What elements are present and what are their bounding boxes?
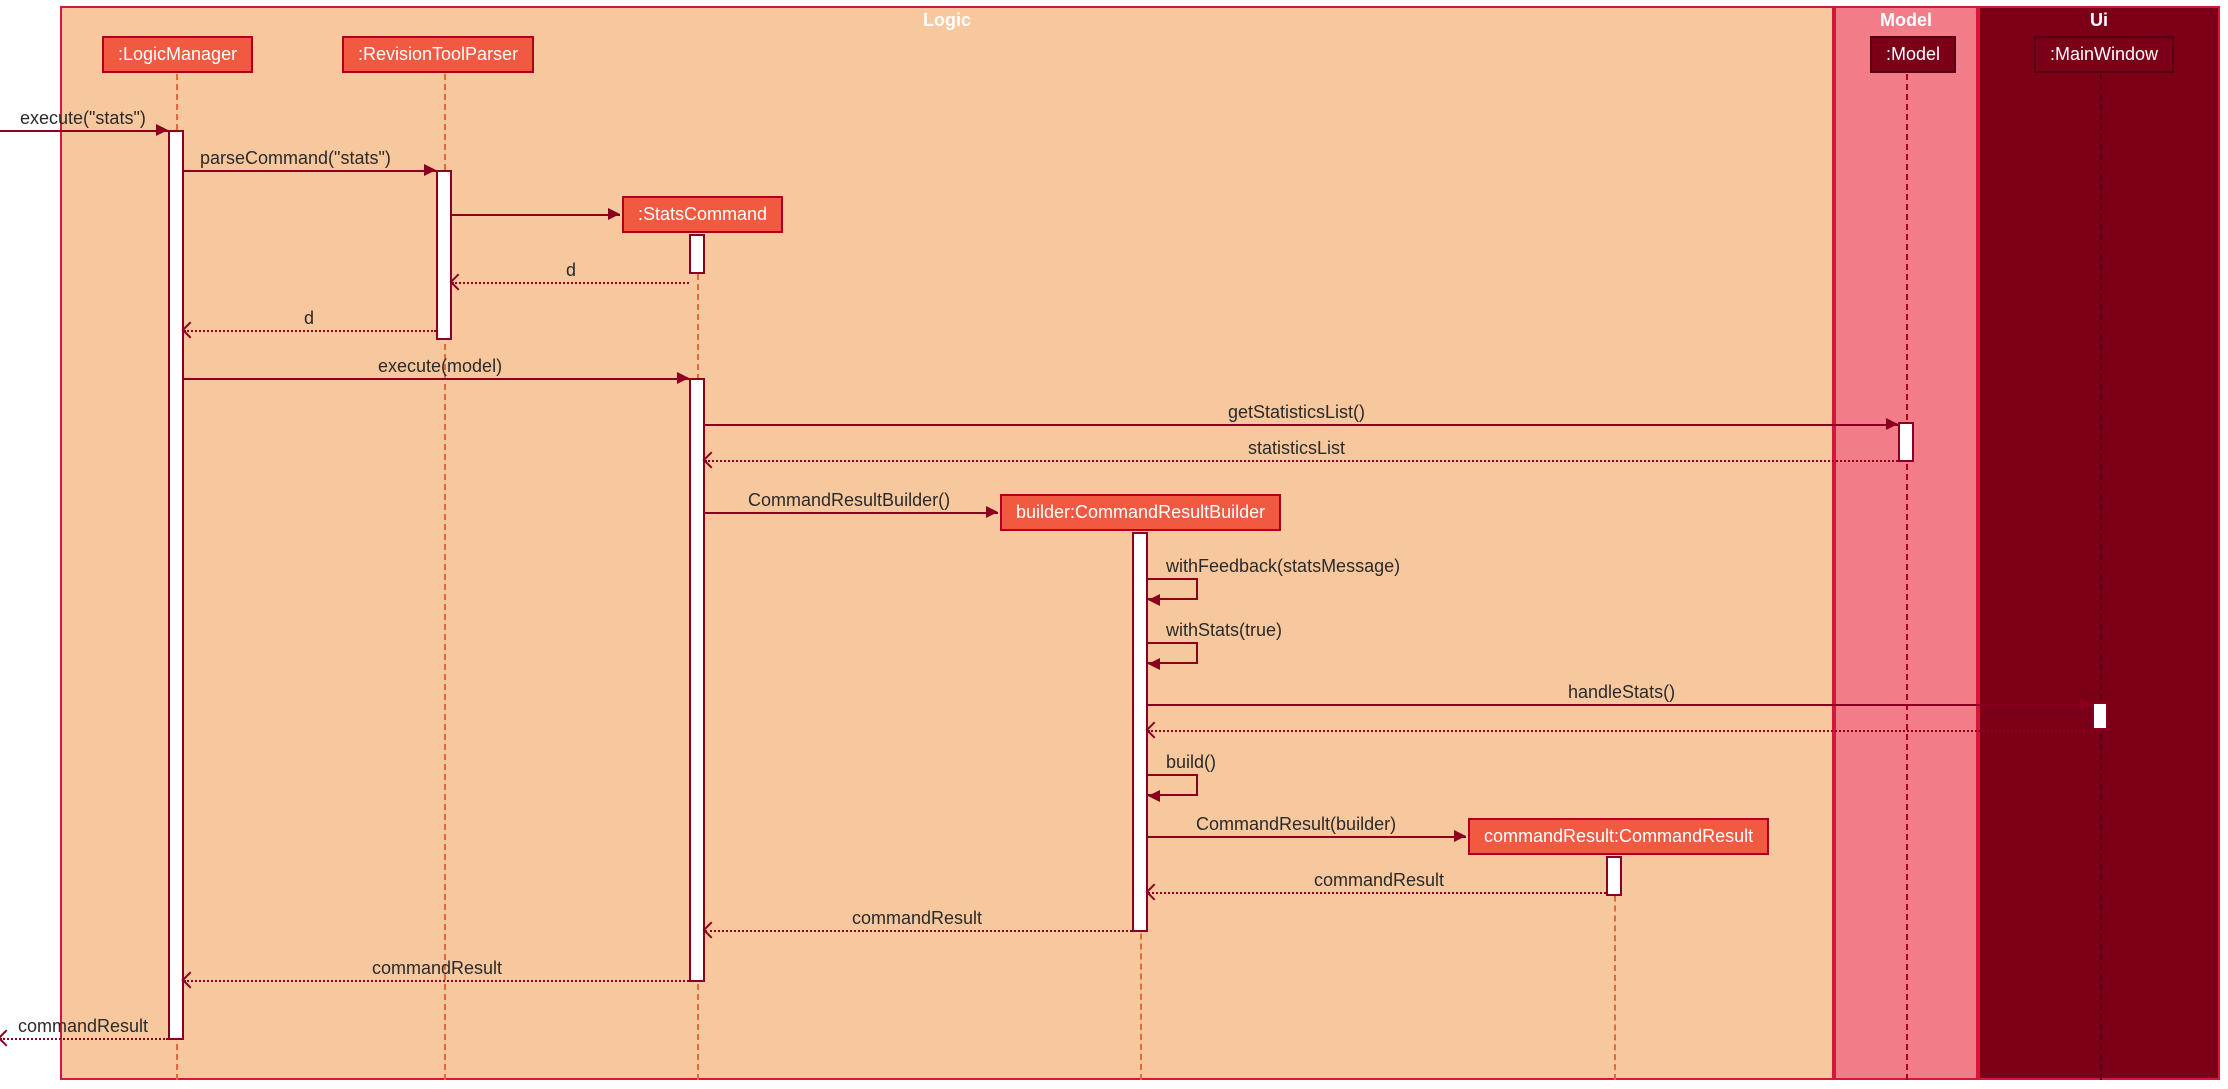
label-command-result-return3: commandResult [372, 958, 502, 979]
participant-main-window: :MainWindow [2034, 36, 2174, 73]
participant-revision-tool-parser: :RevisionToolParser [342, 36, 534, 73]
participant-stats-command: :StatsCommand [622, 196, 783, 233]
activation-command-result [1606, 856, 1622, 896]
label-parse-command: parseCommand("stats") [200, 148, 391, 169]
frame-model-title: Model [1836, 10, 1976, 31]
activation-logic-manager [168, 130, 184, 1040]
lifeline-model [1906, 74, 1908, 1080]
arrow-execute-stats [0, 130, 168, 132]
activation-stats-command-1 [689, 234, 705, 274]
arrowhead-execute-stats [156, 124, 168, 136]
arrowhead-parse-command [424, 164, 436, 176]
label-command-result-return4: commandResult [18, 1016, 148, 1037]
arrow-get-statistics-list [705, 424, 1898, 426]
activation-stats-command-2 [689, 378, 705, 982]
arrowhead-get-statistics-list [1886, 418, 1898, 430]
participant-logic-manager: :LogicManager [102, 36, 253, 73]
arrowhead-handle-stats [2080, 698, 2092, 710]
label-handle-stats: handleStats() [1568, 682, 1675, 703]
activation-command-result-builder [1132, 532, 1148, 932]
label-execute-model: execute(model) [378, 356, 502, 377]
activation-main-window [2092, 702, 2108, 730]
label-d2: d [304, 308, 314, 329]
arrowhead-command-result-builder [986, 506, 998, 518]
arrowhead-create-stats-command [608, 208, 620, 220]
frame-ui: Ui [1978, 6, 2220, 1080]
arrow-handle-stats-return [1148, 730, 2092, 732]
arrowhead-command-result-call [1454, 830, 1466, 842]
arrowhead-execute-model [677, 372, 689, 384]
arrow-d2 [184, 330, 436, 332]
arrowhead-build [1148, 790, 1160, 802]
activation-revision-tool-parser [436, 170, 452, 340]
frame-ui-title: Ui [1980, 10, 2218, 31]
label-with-feedback: withFeedback(statsMessage) [1166, 556, 1400, 577]
arrow-handle-stats [1148, 704, 2092, 706]
participant-command-result-builder: builder:CommandResultBuilder [1000, 494, 1281, 531]
arrow-statistics-list [705, 460, 1898, 462]
arrow-command-result-call [1148, 836, 1466, 838]
frame-logic-title: Logic [62, 10, 1832, 31]
label-build: build() [1166, 752, 1216, 773]
arrow-command-result-return2 [705, 930, 1132, 932]
arrowhead-command-result-return4 [0, 1030, 14, 1047]
label-with-stats: withStats(true) [1166, 620, 1282, 641]
arrow-command-result-return [1148, 892, 1606, 894]
arrow-command-result-return3 [184, 980, 689, 982]
label-command-result-builder: CommandResultBuilder() [748, 490, 950, 511]
arrow-command-result-return4 [0, 1038, 168, 1040]
participant-model: :Model [1870, 36, 1956, 73]
arrowhead-with-feedback [1148, 594, 1160, 606]
label-get-statistics-list: getStatisticsList() [1228, 402, 1365, 423]
arrow-d1 [452, 282, 689, 284]
arrowhead-with-stats [1148, 658, 1160, 670]
label-command-result-return2: commandResult [852, 908, 982, 929]
participant-command-result: commandResult:CommandResult [1468, 818, 1769, 855]
label-d1: d [566, 260, 576, 281]
arrow-execute-model [184, 378, 689, 380]
activation-model [1898, 422, 1914, 462]
arrow-parse-command [184, 170, 436, 172]
arrow-create-stats-command [452, 214, 620, 216]
label-execute-stats: execute("stats") [20, 108, 146, 129]
label-command-result-call: CommandResult(builder) [1196, 814, 1396, 835]
arrow-command-result-builder [705, 512, 998, 514]
lifeline-main-window [2100, 74, 2102, 1080]
label-command-result-return: commandResult [1314, 870, 1444, 891]
label-statistics-list: statisticsList [1248, 438, 1345, 459]
